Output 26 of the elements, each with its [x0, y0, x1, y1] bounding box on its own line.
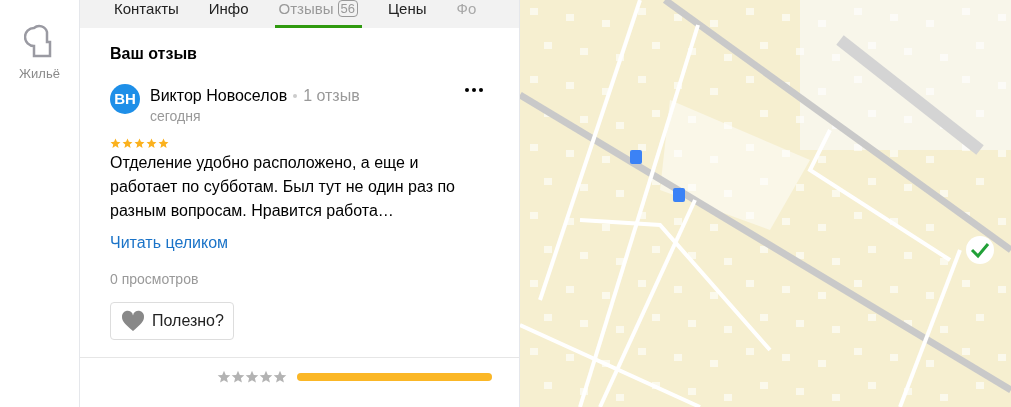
star-icon — [134, 138, 145, 149]
star-icon — [259, 370, 273, 384]
section-heading: Ваш отзыв — [110, 44, 198, 64]
tab[interactable]: Цены — [383, 0, 431, 28]
star-icon — [110, 138, 121, 149]
view-count: 0 просмотров — [110, 270, 200, 289]
star-icon — [146, 138, 157, 149]
more-icon[interactable] — [465, 88, 483, 92]
star-icon — [273, 370, 287, 384]
review-date: сегодня — [150, 108, 202, 124]
star-icon — [231, 370, 245, 384]
star-icon — [158, 138, 169, 149]
review-count: 1 отзыв — [303, 86, 360, 106]
tab[interactable]: Инфо — [204, 0, 253, 28]
avatar: ВН — [110, 84, 140, 114]
sidebar-item[interactable]: Жильё — [19, 24, 60, 84]
star-icon — [217, 370, 231, 384]
count-badge: 56 — [337, 0, 358, 17]
read-more-link[interactable]: Читать целиком — [110, 231, 489, 255]
star-icon — [122, 138, 133, 149]
star-icon — [245, 370, 259, 384]
author-name[interactable]: Виктор Новоселов — [150, 84, 288, 108]
heart-icon — [120, 310, 146, 332]
helpful-button[interactable]: Полезно? — [110, 302, 234, 340]
review-text: Отделение удобно расположено, а еще и работает по субботам. Был тут не один раз по разным вопросам. Нравится работа… — [110, 153, 455, 221]
tab[interactable]: Контакты — [110, 0, 183, 28]
